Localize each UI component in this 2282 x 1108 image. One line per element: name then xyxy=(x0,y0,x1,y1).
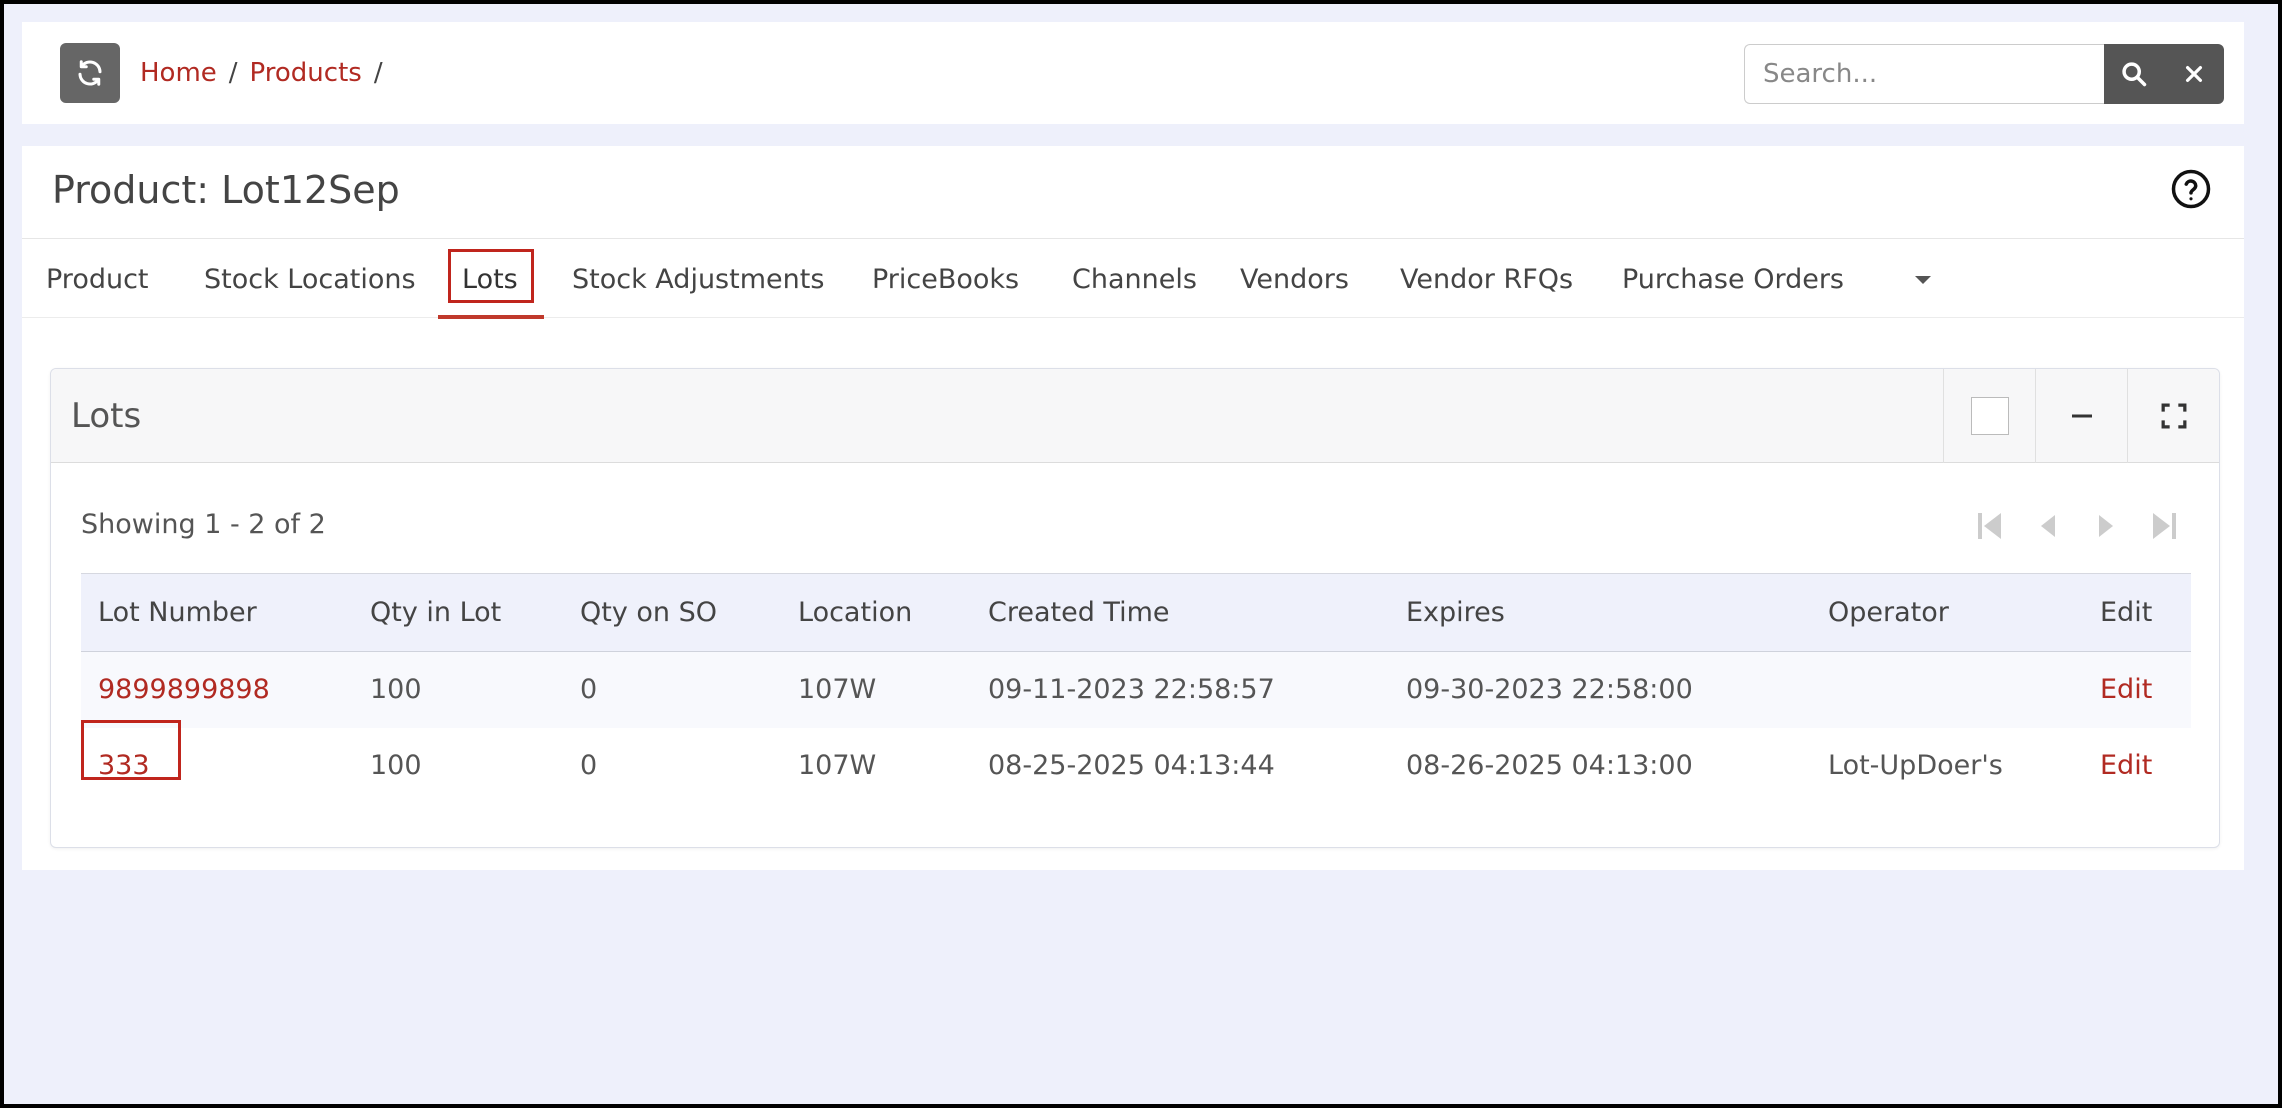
lot-number-cell: 9899899898 xyxy=(81,651,353,728)
app-frame: Home / Products / Product: Lot12Sep xyxy=(4,4,2278,1104)
qty-on-so-cell: 0 xyxy=(580,750,598,781)
location-cell: 107W xyxy=(781,651,971,728)
last-page-icon xyxy=(2153,513,2176,539)
previous-page-button[interactable] xyxy=(2023,501,2073,551)
column-header[interactable]: Expires xyxy=(1389,573,1811,652)
tab-stock-locations[interactable]: Stock Locations xyxy=(204,239,416,319)
tab-stock-adjustments[interactable]: Stock Adjustments xyxy=(572,239,824,319)
column-header[interactable]: Qty on SO xyxy=(563,573,781,652)
tab-vendor-rfqs[interactable]: Vendor RFQs xyxy=(1400,239,1573,319)
caret-down-icon xyxy=(1915,276,1931,284)
lot-number-cell: 333 xyxy=(81,720,353,804)
qty-in-lot-cell: 100 xyxy=(353,651,563,728)
expand-icon xyxy=(2161,403,2186,429)
breadcrumb-products[interactable]: Products xyxy=(250,58,362,88)
expires-cell: 09-30-2023 22:58:00 xyxy=(1389,651,1811,728)
clear-search-button[interactable] xyxy=(2164,44,2224,104)
last-page-button[interactable] xyxy=(2139,501,2189,551)
lots-tab-highlight xyxy=(448,249,534,303)
created-time-cell: 09-11-2023 22:58:57 xyxy=(971,651,1389,728)
breadcrumb-home[interactable]: Home xyxy=(140,58,217,88)
lot-number-link[interactable]: 9899899898 xyxy=(98,674,270,705)
tab-product[interactable]: Product xyxy=(46,239,149,319)
select-checkbox[interactable] xyxy=(1970,397,2009,435)
search-input[interactable] xyxy=(1744,44,2104,104)
created-time-cell: 08-25-2025 04:13:44 xyxy=(988,750,1275,781)
search-button[interactable] xyxy=(2104,44,2164,104)
table-row: 333 100 0 107W 08-25-2025 04:13:44 08-26… xyxy=(81,720,2191,804)
panel-select-toggle[interactable] xyxy=(1943,369,2035,463)
breadcrumb: Home / Products / xyxy=(140,22,395,124)
first-page-icon xyxy=(1978,513,2001,539)
first-page-button[interactable] xyxy=(1965,501,2015,551)
qty-in-lot-cell: 100 xyxy=(370,750,422,781)
qty-on-so-cell: 0 xyxy=(563,651,781,728)
tab-purchase-orders[interactable]: Purchase Orders xyxy=(1622,239,1844,319)
active-tab-indicator xyxy=(438,315,544,319)
breadcrumb-separator: / xyxy=(373,58,383,88)
expires-cell: 08-26-2025 04:13:00 xyxy=(1406,750,1693,781)
column-header[interactable]: Created Time xyxy=(971,573,1389,652)
next-page-button[interactable] xyxy=(2081,501,2131,551)
edit-cell: Edit xyxy=(2083,728,2191,804)
edit-link[interactable]: Edit xyxy=(2100,674,2152,705)
lot-link-highlight-wrap: 333 xyxy=(81,720,181,781)
help-icon[interactable] xyxy=(2170,168,2212,210)
page-title: Product: Lot12Sep xyxy=(52,168,400,212)
search-bar xyxy=(1744,44,2224,104)
column-header: Edit xyxy=(2083,573,2191,652)
column-header[interactable]: Operator xyxy=(1811,573,2083,652)
column-header[interactable]: Location xyxy=(781,573,971,652)
more-tabs-dropdown[interactable] xyxy=(1912,239,1934,319)
tab-vendors[interactable]: Vendors xyxy=(1240,239,1349,319)
tab-pricebooks[interactable]: PriceBooks xyxy=(872,239,1019,319)
panel-fullscreen-button[interactable] xyxy=(2127,369,2219,463)
top-bar: Home / Products / xyxy=(22,22,2244,124)
tab-channels[interactable]: Channels xyxy=(1072,239,1197,319)
lots-panel: Lots Showing 1 - 2 of 2 Lot Number Qty i… xyxy=(50,368,2220,848)
panel-minimize-button[interactable] xyxy=(2035,369,2127,463)
panel-header: Lots xyxy=(51,369,2219,463)
table-header-row: Lot Number Qty in Lot Qty on SO Location… xyxy=(81,573,2191,652)
minus-icon xyxy=(2071,414,2092,418)
location-cell: 107W xyxy=(798,750,877,781)
operator-cell: Lot-UpDoer's xyxy=(1828,750,2003,781)
column-header[interactable]: Qty in Lot xyxy=(353,573,563,652)
panel-title: Lots xyxy=(71,396,142,436)
results-count: Showing 1 - 2 of 2 xyxy=(81,509,326,540)
column-header[interactable]: Lot Number xyxy=(81,573,353,652)
chevron-right-icon xyxy=(2099,515,2113,537)
refresh-button[interactable] xyxy=(60,43,120,103)
product-tabs: Product Stock Locations Lots Stock Adjus… xyxy=(22,238,2244,319)
search-icon xyxy=(2122,62,2147,87)
edit-link[interactable]: Edit xyxy=(2100,750,2152,781)
close-icon xyxy=(2185,65,2203,83)
pagination xyxy=(1965,501,2189,551)
table-row: 9899899898 100 0 107W 09-11-2023 22:58:5… xyxy=(81,651,2191,728)
operator-cell xyxy=(1811,651,2083,728)
edit-cell: Edit xyxy=(2083,651,2191,728)
chevron-left-icon xyxy=(2041,515,2055,537)
lot-link-highlight xyxy=(81,720,181,780)
product-card: Product: Lot12Sep Product Stock Location… xyxy=(22,146,2244,870)
breadcrumb-separator: / xyxy=(228,58,238,88)
lots-table: Lot Number Qty in Lot Qty on SO Location… xyxy=(81,573,2191,804)
refresh-icon xyxy=(78,60,102,86)
